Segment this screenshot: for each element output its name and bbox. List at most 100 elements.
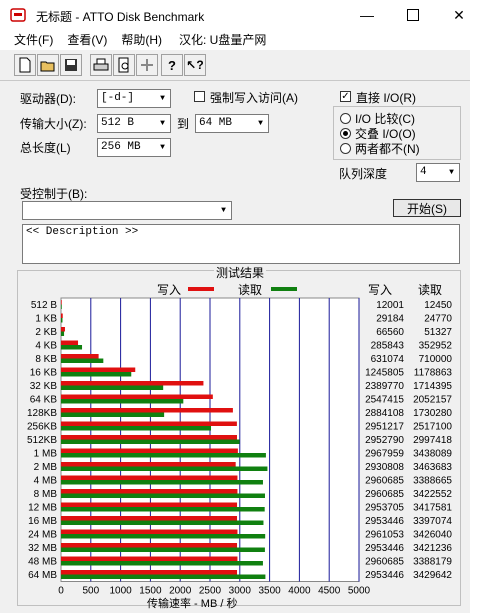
read-bar xyxy=(61,372,132,377)
read-value: 2052157 xyxy=(413,395,452,406)
read-value: 24770 xyxy=(424,314,452,325)
write-value: 2960685 xyxy=(365,489,404,500)
x-tick-label: 4000 xyxy=(288,586,311,597)
write-value: 2953446 xyxy=(365,516,404,527)
read-value: 352952 xyxy=(419,341,453,352)
read-bar xyxy=(61,480,263,485)
write-bar xyxy=(61,543,238,548)
read-bar xyxy=(61,304,62,309)
read-bar xyxy=(61,534,266,539)
write-bar xyxy=(61,327,65,332)
read-bar xyxy=(61,439,240,444)
write-bar xyxy=(61,313,63,318)
read-value: 3417581 xyxy=(413,503,452,514)
read-bar xyxy=(61,520,264,525)
write-value: 285843 xyxy=(371,341,405,352)
read-value: 2517100 xyxy=(413,422,452,433)
write-bar xyxy=(61,448,238,453)
read-bar xyxy=(61,561,263,566)
write-bar xyxy=(61,394,213,399)
write-bar xyxy=(61,556,238,561)
read-value: 3397074 xyxy=(413,516,452,527)
write-value: 2952790 xyxy=(365,435,404,446)
read-value: 3422552 xyxy=(413,489,452,500)
read-bar xyxy=(61,426,212,431)
x-tick-label: 1000 xyxy=(109,586,132,597)
read-value: 1178863 xyxy=(414,368,453,379)
write-bar xyxy=(61,435,237,440)
row-label: 12 MB xyxy=(28,503,57,514)
x-tick-label: 3500 xyxy=(258,586,281,597)
write-bar xyxy=(61,475,238,480)
row-label: 32 MB xyxy=(28,543,57,554)
row-label: 1 MB xyxy=(34,449,58,460)
read-bar xyxy=(61,331,65,336)
row-label: 16 KB xyxy=(30,368,58,379)
read-value: 3426040 xyxy=(413,530,452,541)
row-label: 512KB xyxy=(27,435,57,446)
row-label: 8 MB xyxy=(34,489,58,500)
write-value: 29184 xyxy=(376,314,404,325)
write-bar xyxy=(61,367,136,372)
read-value: 3463683 xyxy=(413,462,452,473)
write-value: 2960685 xyxy=(365,476,404,487)
write-value: 12001 xyxy=(376,300,404,311)
read-bar xyxy=(61,399,184,404)
row-label: 2 KB xyxy=(35,327,57,338)
row-label: 512 B xyxy=(31,300,57,311)
read-bar xyxy=(61,466,268,471)
read-bar xyxy=(61,493,265,498)
write-value: 1245805 xyxy=(365,368,404,379)
write-value: 2953446 xyxy=(365,570,404,581)
benchmark-chart: 0 500 1000 1500 2000 2500 3000 3500 4000 4500 5000… xyxy=(27,297,453,597)
row-label: 256KB xyxy=(27,422,57,433)
read-bar xyxy=(61,412,165,417)
write-bar xyxy=(61,340,79,345)
write-bar xyxy=(61,529,238,534)
read-value: 1730280 xyxy=(413,408,452,419)
write-bar xyxy=(61,489,238,494)
write-value: 2953446 xyxy=(365,543,404,554)
write-value: 2967959 xyxy=(365,449,404,460)
read-bar xyxy=(61,547,265,552)
write-value: 2961053 xyxy=(365,530,404,541)
write-bar xyxy=(61,570,238,575)
read-bar xyxy=(61,385,164,390)
row-label: 4 KB xyxy=(35,341,57,352)
row-label: 2 MB xyxy=(34,462,58,473)
x-tick-label: 500 xyxy=(82,586,99,597)
write-value: 2953705 xyxy=(365,503,404,514)
row-label: 24 MB xyxy=(28,530,57,541)
row-label: 1 KB xyxy=(35,314,57,325)
write-bar xyxy=(61,516,238,521)
read-value: 2997418 xyxy=(413,435,452,446)
write-bar xyxy=(61,354,99,359)
read-bar xyxy=(61,358,104,363)
write-value: 2930808 xyxy=(365,462,404,473)
row-label: 16 MB xyxy=(28,516,57,527)
read-bar xyxy=(61,574,266,579)
row-label: 48 MB xyxy=(28,557,57,568)
x-axis-label: 传输速率 - MB / 秒 xyxy=(147,598,238,610)
read-value: 3388179 xyxy=(413,557,452,568)
write-bar xyxy=(61,462,236,467)
read-bar xyxy=(61,318,63,323)
row-label: 128KB xyxy=(27,408,57,419)
write-bar xyxy=(61,421,237,426)
x-tick-label: 5000 xyxy=(348,586,371,597)
write-value: 2951217 xyxy=(365,422,404,433)
read-value: 51327 xyxy=(424,327,452,338)
row-label: 32 KB xyxy=(30,381,58,392)
read-value: 3421236 xyxy=(413,543,452,554)
read-value: 3438089 xyxy=(413,449,452,460)
read-value: 3429642 xyxy=(413,570,452,581)
x-tick-label: 0 xyxy=(58,586,64,597)
write-bar xyxy=(61,502,238,507)
read-bar xyxy=(61,345,83,350)
x-tick-label: 4500 xyxy=(318,586,341,597)
write-value: 66560 xyxy=(376,327,404,338)
row-label: 64 MB xyxy=(28,570,57,581)
background-window-edge xyxy=(470,0,482,613)
row-label: 64 KB xyxy=(30,395,58,406)
row-label: 8 KB xyxy=(35,354,57,365)
